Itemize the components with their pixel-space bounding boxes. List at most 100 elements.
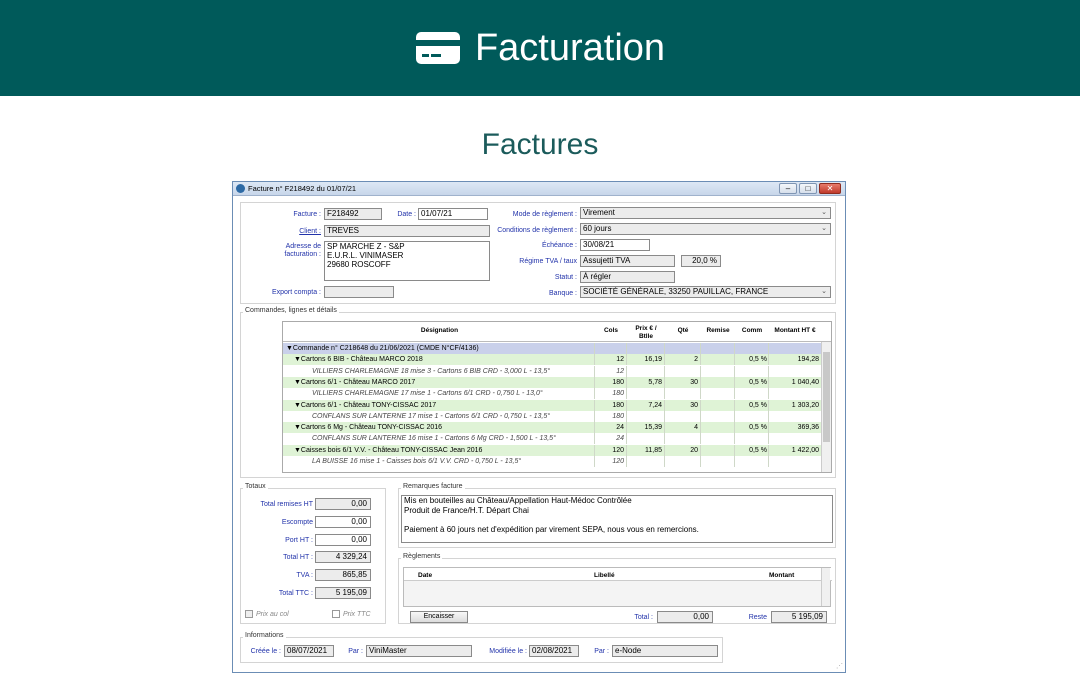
column-divider <box>768 354 769 366</box>
modifiee-label: Modifiée le : <box>489 648 527 655</box>
creee-field[interactable]: 08/07/2021 <box>284 645 334 657</box>
lines-grid[interactable]: Désignation Cols Prix € / Btlle Qté Remi… <box>282 321 832 473</box>
reglements-header-date[interactable]: Date <box>418 572 432 579</box>
column-divider <box>768 343 769 354</box>
par2-field[interactable]: e-Node <box>612 645 718 657</box>
cell-prix: 11,85 <box>645 446 662 454</box>
reglements-scrollbar[interactable] <box>821 568 830 606</box>
conditions-select[interactable]: 60 jours ⌄ <box>580 223 831 235</box>
reglements-header-libelle[interactable]: Libellé <box>594 572 615 579</box>
cell-prix: 15,39 <box>644 424 662 432</box>
header-cols[interactable]: Cols <box>596 327 626 334</box>
cell-montant: 194,28 <box>797 356 819 364</box>
column-divider <box>734 444 735 456</box>
facture-number-field[interactable]: F218492 <box>324 208 382 220</box>
prix-ttc-checkbox[interactable] <box>332 610 340 618</box>
scrollbar-thumb[interactable] <box>823 352 830 442</box>
column-divider <box>664 354 665 366</box>
cell-cols: 12 <box>616 367 624 375</box>
reglements-grid[interactable]: Date Libellé Montant <box>403 567 832 607</box>
order-row[interactable]: ▼Commande n° C218648 du 21/06/2021 (CMDE… <box>283 343 821 354</box>
article-row[interactable]: ▼Caisses bois 6/1 V.V. - Château TONY-CI… <box>283 444 821 456</box>
lot-row[interactable]: VILLIERS CHARLEMAGNE 17 mise 1 - Cartons… <box>283 388 821 400</box>
column-divider <box>734 354 735 366</box>
column-divider <box>594 444 595 456</box>
article-row[interactable]: ▼Cartons 6/1 - Château MARCO 2017 180 5,78… <box>283 376 821 388</box>
reglements-total-field[interactable]: 0,00 <box>657 611 713 623</box>
window-titlebar[interactable]: Facture n° F218492 du 01/07/21 – □ ✕ <box>233 182 845 196</box>
cell-prix: 5,78 <box>648 378 662 386</box>
remarque-line <box>404 515 832 525</box>
tva-field[interactable]: 865,85 <box>315 569 371 581</box>
prix-au-col-checkbox[interactable] <box>245 610 253 618</box>
header-qte[interactable]: Qté <box>666 327 700 334</box>
article-row[interactable]: ▼Cartons 6/1 - Château TONY-CISSAC 2017 1… <box>283 399 821 411</box>
cell-prix: 7,24 <box>648 401 662 409</box>
column-divider <box>700 365 701 377</box>
column-divider <box>664 365 665 377</box>
column-divider <box>664 456 665 467</box>
client-field[interactable]: TREVES <box>324 225 490 237</box>
resize-grip-icon[interactable]: ⋰ <box>836 662 843 670</box>
adresse-textarea[interactable]: SP MARCHE Z - S&P E.U.R.L. VINIMASER 296… <box>324 241 490 281</box>
total-ht-label: Total HT : <box>283 554 313 561</box>
cell-cols: 120 <box>612 446 624 454</box>
header-prix[interactable]: Prix € / <box>628 325 664 332</box>
header-montant[interactable]: Montant HT € <box>769 327 821 334</box>
column-divider <box>768 410 769 422</box>
close-button[interactable]: ✕ <box>819 183 841 194</box>
article-row[interactable]: ▼Cartons 6 Mg - Château TONY-CISSAC 2016… <box>283 422 821 434</box>
column-divider <box>734 433 735 445</box>
column-divider <box>626 343 627 354</box>
article-row[interactable]: ▼Cartons 6 BIB - Château MARCO 2018 12 16,… <box>283 354 821 366</box>
header-comm[interactable]: Comm <box>735 327 769 334</box>
grid-scrollbar[interactable] <box>821 342 831 472</box>
cell-prix: 16,19 <box>644 356 662 364</box>
column-divider <box>626 365 627 377</box>
column-divider <box>700 399 701 411</box>
statut-field[interactable]: À régler <box>580 271 675 283</box>
tva-rate-field[interactable]: 20,0 % <box>681 255 721 267</box>
modifiee-field[interactable]: 02/08/2021 <box>529 645 579 657</box>
column-divider <box>700 354 701 366</box>
maximize-button[interactable]: □ <box>799 183 817 194</box>
lot-row[interactable]: CONFLANS SUR LANTERNE 16 mise 1 - Carton… <box>283 433 821 445</box>
remarques-textarea[interactable]: Mis en bouteilles au Château/Appellation… <box>401 495 833 543</box>
echeance-field[interactable]: 30/08/21 <box>580 239 650 251</box>
export-field[interactable] <box>324 286 394 298</box>
port-field[interactable]: 0,00 <box>315 534 371 546</box>
adresse-line: E.U.R.L. VINIMASER <box>327 251 404 260</box>
column-divider <box>700 433 701 445</box>
par1-field[interactable]: ViniMaster <box>366 645 472 657</box>
remises-field[interactable]: 0,00 <box>315 498 371 510</box>
tva-regime-field[interactable]: Assujetti TVA <box>580 255 675 267</box>
minimize-button[interactable]: – <box>779 183 797 194</box>
prix-au-col-label: Prix au col <box>256 611 289 618</box>
reglements-header-montant[interactable]: Montant <box>769 572 794 579</box>
column-divider <box>664 410 665 422</box>
column-divider <box>768 365 769 377</box>
reste-field[interactable]: 5 195,09 <box>771 611 827 623</box>
banner-title: Facturation <box>474 26 666 69</box>
cell-montant: 1 422,00 <box>791 446 819 454</box>
lot-row[interactable]: VILLIERS CHARLEMAGNE 18 mise 3 - Cartons… <box>283 365 821 377</box>
date-field[interactable]: 01/07/21 <box>418 208 488 220</box>
column-divider <box>734 343 735 354</box>
header-prix-2: Btlle <box>638 333 654 340</box>
header-remise[interactable]: Remise <box>701 327 735 334</box>
total-ttc-label: Total TTC : <box>278 590 313 597</box>
banque-select[interactable]: SOCIÉTÉ GÉNÉRALE, 33250 PAUILLAC, FRANCE… <box>580 286 831 298</box>
mode-select[interactable]: Virement ⌄ <box>580 207 831 219</box>
column-divider <box>734 388 735 400</box>
lot-row[interactable]: CONFLANS SUR LANTERNE 17 mise 1 - Carton… <box>283 410 821 422</box>
client-label[interactable]: Client : <box>273 228 321 235</box>
header-designation[interactable]: Désignation <box>283 327 596 334</box>
encaisser-button[interactable]: Encaisser <box>410 611 468 623</box>
cell-designation: ▼Cartons 6 BIB - Château MARCO 2018 <box>294 356 423 364</box>
total-ht-field[interactable]: 4 329,24 <box>315 551 371 563</box>
total-ttc-field[interactable]: 5 195,09 <box>315 587 371 599</box>
chevron-down-icon: ⌄ <box>821 209 827 216</box>
escompte-field[interactable]: 0,00 <box>315 516 371 528</box>
lot-row[interactable]: LA BUISSE 16 mise 1 - Caisses bois 6/1 V… <box>283 456 821 467</box>
column-divider <box>700 456 701 467</box>
